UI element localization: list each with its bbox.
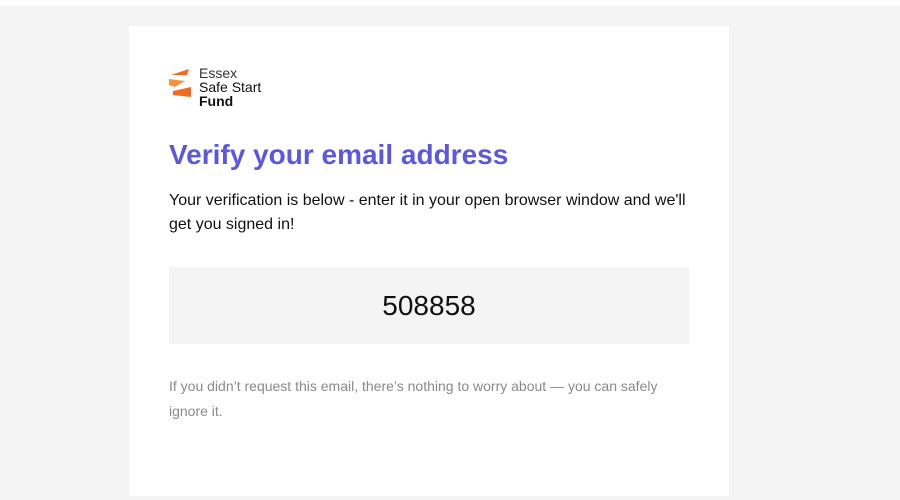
disclaimer-note: If you didn’t request this email, there’…: [169, 378, 658, 419]
logo-mark-icon: [169, 69, 191, 97]
brand-line-1: Essex: [199, 65, 238, 81]
page-title: Verify your email address: [169, 139, 509, 170]
brand-line-3: Fund: [199, 93, 234, 109]
verification-code: 508858: [169, 267, 689, 344]
intro-text: Your verification is below - enter it in…: [169, 192, 686, 233]
brand-logo: Essex Safe Start Fund: [169, 66, 261, 108]
brand-line-2: Safe Start: [199, 79, 262, 95]
email-card: Essex Safe Start Fund Verify your email …: [129, 26, 729, 496]
top-strip: [0, 0, 900, 6]
